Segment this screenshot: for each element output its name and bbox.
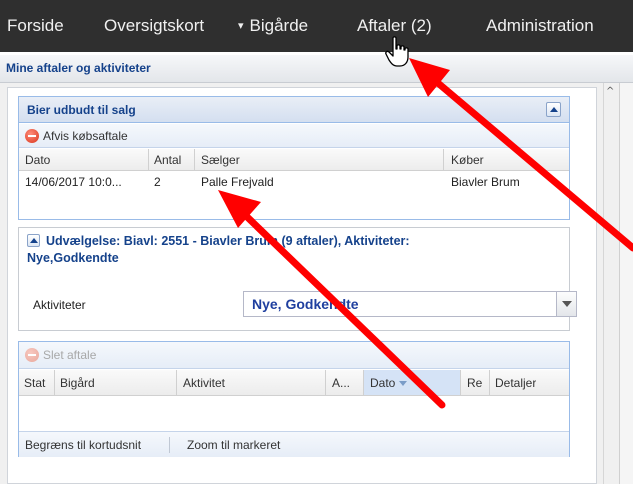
table-row[interactable]: 14/06/2017 10:0... 2 Palle Frejvald Biav… (19, 171, 569, 193)
collapse-icon[interactable] (27, 234, 40, 247)
column-separator (460, 370, 461, 396)
reject-purchase-label: Afvis købsaftale (43, 129, 128, 143)
sale-panel-title: Bier udbudt til salg (27, 103, 136, 117)
sort-desc-icon (399, 381, 408, 386)
column-header-antal[interactable]: Antal (154, 153, 181, 167)
column-header-bigaard[interactable]: Bigård (60, 376, 95, 390)
nav-aftaler[interactable]: Aftaler (2) (357, 16, 432, 36)
chevron-down-icon: ▾ (238, 20, 244, 32)
column-header-re[interactable]: Re (467, 376, 482, 390)
sale-panel: Bier udbudt til salg Afvis købsaftale Da… (18, 96, 570, 220)
column-header-detaljer[interactable]: Detaljer (495, 376, 536, 390)
column-header-dato-label: Dato (370, 376, 396, 390)
sale-grid-header: Dato Antal Sælger Køber (19, 149, 569, 171)
limit-to-map-button[interactable]: Begræns til kortudsnit (25, 438, 141, 452)
minus-circle-icon (25, 129, 39, 143)
nav-oversigtskort[interactable]: Oversigtskort (104, 16, 204, 36)
column-separator (489, 370, 490, 396)
selection-legend: Udvælgelse: Biavl: 2551 - Biavler Brum (… (27, 233, 547, 267)
zoom-to-selected-button[interactable]: Zoom til markeret (187, 438, 280, 452)
column-header-stat[interactable]: Stat (24, 376, 54, 390)
collapse-icon[interactable] (546, 102, 561, 117)
delete-agreement-label: Slet aftale (43, 348, 97, 362)
column-header-koeber[interactable]: Køber (451, 153, 484, 167)
side-strip (619, 83, 633, 484)
agreements-panel: Slet aftale Stat Bigård Aktivitet A... D… (18, 341, 570, 457)
column-header-saelger[interactable]: Sælger (201, 153, 240, 167)
cell-antal: 2 (154, 175, 161, 189)
activities-label: Aktiviteter (33, 298, 86, 312)
toolbar-separator (169, 437, 170, 453)
hand-cursor-icon (385, 36, 409, 67)
page-title: Mine aftaler og aktiviteter (6, 61, 151, 75)
chevron-down-icon[interactable] (556, 292, 576, 316)
selection-legend-text: Udvælgelse: Biavl: 2551 - Biavler Brum (… (46, 234, 410, 248)
nav-forside[interactable]: Forside (7, 16, 64, 36)
cell-dato: 14/06/2017 10:0... (25, 175, 122, 189)
column-separator (54, 370, 55, 396)
column-separator (194, 149, 195, 171)
selection-legend-text-2: Nye,Godkendte (27, 251, 119, 265)
agreements-toolbar: Slet aftale (19, 342, 569, 369)
scroll-up-icon[interactable]: ^ (606, 86, 614, 97)
column-header-aktivitet[interactable]: Aktivitet (183, 376, 225, 390)
sale-panel-toolbar: Afvis købsaftale (19, 124, 569, 148)
cell-saelger: Palle Frejvald (201, 175, 274, 189)
nav-bigaarde-label: Bigårde (249, 16, 309, 35)
column-separator (325, 370, 326, 396)
activities-select-value: Nye, Godkendte (252, 296, 359, 312)
reject-purchase-button[interactable]: Afvis købsaftale (25, 128, 128, 144)
sale-panel-header: Bier udbudt til salg (19, 97, 569, 123)
nav-administration[interactable]: Administration (486, 16, 594, 36)
nav-bigaarde[interactable]: ▾ Bigårde (238, 16, 308, 36)
column-header-dato[interactable]: Dato (370, 376, 408, 390)
selection-fieldset: Udvælgelse: Biavl: 2551 - Biavler Brum (… (18, 227, 577, 331)
column-separator (443, 149, 444, 171)
agreements-grid-header: Stat Bigård Aktivitet A... Dato Re Detal… (19, 370, 569, 396)
agreements-bottom-toolbar: Begræns til kortudsnit Zoom til markeret (19, 431, 569, 457)
page-header: Mine aftaler og aktiviteter (0, 55, 633, 83)
cell-koeber: Biavler Brum (451, 175, 520, 189)
column-separator (148, 149, 149, 171)
top-navigation: Forside Oversigtskort ▾ Bigårde Aftaler (… (0, 0, 633, 52)
column-header-a[interactable]: A... (332, 376, 350, 390)
minus-circle-icon (25, 348, 39, 362)
vertical-scrollbar[interactable]: ^ (603, 83, 619, 484)
delete-agreement-button[interactable]: Slet aftale (25, 347, 96, 363)
column-header-dato[interactable]: Dato (25, 153, 50, 167)
activities-select[interactable]: Nye, Godkendte (243, 291, 577, 317)
column-separator (176, 370, 177, 396)
